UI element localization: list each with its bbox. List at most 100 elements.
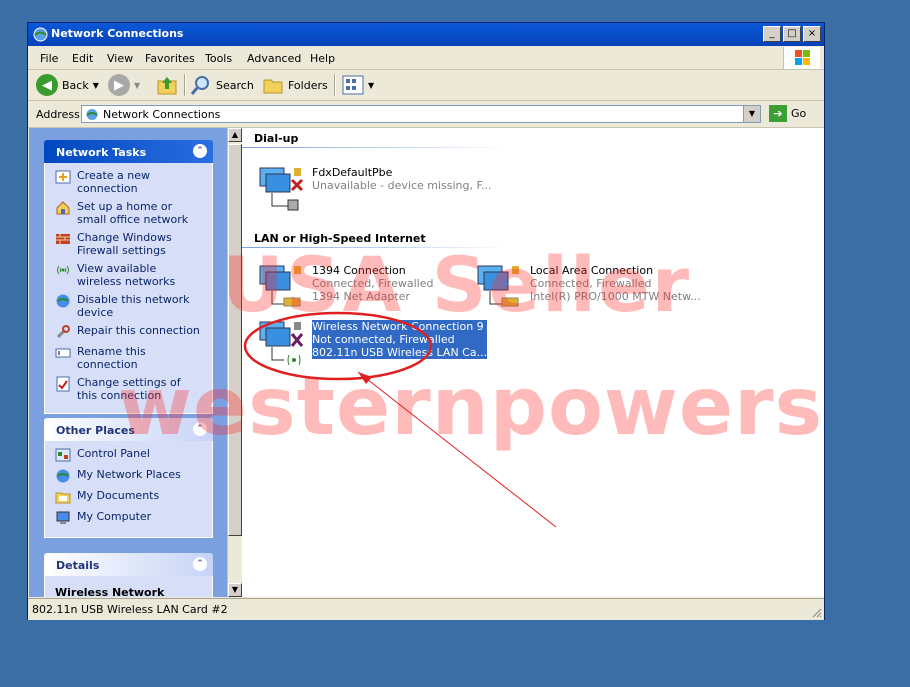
wireless-connection-icon xyxy=(256,320,308,368)
windows-flag-icon xyxy=(795,50,810,65)
address-value: Network Connections xyxy=(103,108,221,121)
menu-favorites[interactable]: Favorites xyxy=(145,52,195,65)
computer-icon xyxy=(56,511,70,524)
task-label: Disable this network device xyxy=(77,293,190,319)
forward-arrow-icon: ▶ xyxy=(108,74,130,96)
task-label: Create a new connection xyxy=(77,169,151,195)
scroll-thumb[interactable] xyxy=(228,144,242,536)
go-arrow-icon: ➔ xyxy=(769,105,787,122)
task-home-network[interactable]: Set up a home or small office network xyxy=(55,200,204,226)
home-network-icon xyxy=(56,201,70,215)
address-dropdown-button[interactable]: ▼ xyxy=(743,106,760,122)
rename-icon xyxy=(55,348,71,358)
go-label: Go xyxy=(791,107,807,120)
disable-icon xyxy=(56,294,70,308)
menu-edit[interactable]: Edit xyxy=(72,52,93,65)
task-label: Change Windows Firewall settings xyxy=(77,231,172,257)
connection-wireless-9[interactable]: Wireless Network Connection 9 Not connec… xyxy=(256,320,488,368)
task-firewall-settings[interactable]: Change Windows Firewall settings xyxy=(55,231,204,257)
back-label: Back xyxy=(62,78,89,92)
connection-name: Wireless Network Connection 9 xyxy=(312,320,488,333)
forward-button[interactable]: ▶ ▼ xyxy=(108,74,140,96)
details-header[interactable]: Details ⌃ xyxy=(44,553,213,576)
connection-text: Wireless Network Connection 9 Not connec… xyxy=(312,320,488,368)
task-create-connection[interactable]: Create a new connection xyxy=(55,169,204,195)
network-tasks-list: Create a new connection Set up a home or… xyxy=(44,163,213,414)
connections-pane: Dial-up FdxDefaultPbe Unavailable - devi… xyxy=(242,128,824,597)
place-my-documents[interactable]: My Documents xyxy=(55,489,204,505)
task-label: Set up a home or small office network xyxy=(77,200,189,226)
status-bar: 802.11n USB Wireless LAN Card #2 xyxy=(28,598,824,620)
other-places-header[interactable]: Other Places ⌃ xyxy=(44,418,213,441)
address-input[interactable]: Network Connections ▼ xyxy=(81,105,761,123)
details-panel: Details ⌃ Wireless Network xyxy=(44,553,213,597)
close-button[interactable]: × xyxy=(803,26,821,42)
connection-status: Connected, Firewalled xyxy=(312,277,434,290)
firewall-icon xyxy=(56,234,70,244)
network-tasks-title: Network Tasks xyxy=(56,146,147,159)
back-button[interactable]: ◀ Back ▼ xyxy=(36,74,99,96)
menu-view[interactable]: View xyxy=(107,52,133,65)
menu-tools[interactable]: Tools xyxy=(205,52,232,65)
views-button[interactable]: ▼ xyxy=(342,74,374,96)
minimize-button[interactable]: _ xyxy=(763,26,781,42)
group-divider xyxy=(242,247,512,248)
search-icon xyxy=(190,76,209,95)
connection-name: FdxDefaultPbe xyxy=(312,166,393,179)
connection-fdxdefaultpbe[interactable]: FdxDefaultPbe Unavailable - device missi… xyxy=(256,166,492,214)
group-dialup: Dial-up xyxy=(254,132,299,145)
network-tasks-panel: Network Tasks ⌃ Create a new connection … xyxy=(44,140,213,414)
collapse-chevron-icon[interactable]: ⌃ xyxy=(193,422,207,436)
collapse-chevron-icon[interactable]: ⌃ xyxy=(193,557,207,571)
maximize-button[interactable]: □ xyxy=(783,26,801,42)
menu-bar: File Edit View Favorites Tools Advanced … xyxy=(28,47,824,70)
go-button[interactable]: ➔ Go xyxy=(769,105,806,122)
address-bar: Address Network Connections ▼ ➔ Go xyxy=(28,101,824,128)
settings-icon xyxy=(56,376,70,392)
connection-local-area[interactable]: Local Area Connection Connected, Firewal… xyxy=(474,264,701,312)
new-connection-icon xyxy=(55,170,71,184)
network-tasks-header[interactable]: Network Tasks ⌃ xyxy=(44,140,213,163)
connection-status: Connected, Firewalled xyxy=(530,277,652,290)
lan-connection-icon xyxy=(256,264,308,312)
place-label: My Documents xyxy=(77,489,160,502)
control-panel-icon xyxy=(55,448,71,462)
connection-device: Intel(R) PRO/1000 MTW Netw... xyxy=(530,290,701,303)
views-icon xyxy=(342,75,364,95)
chevron-down-icon: ▼ xyxy=(368,80,375,90)
place-my-network-places[interactable]: My Network Places xyxy=(55,468,204,484)
task-rename-connection[interactable]: Rename this connection xyxy=(55,345,204,371)
status-text: 802.11n USB Wireless LAN Card #2 xyxy=(32,603,228,616)
scroll-down-button[interactable]: ▼ xyxy=(228,583,242,597)
wireless-icon xyxy=(57,265,69,275)
place-my-computer[interactable]: My Computer xyxy=(55,510,204,526)
task-pane: Network Tasks ⌃ Create a new connection … xyxy=(29,128,227,597)
scroll-up-button[interactable]: ▲ xyxy=(228,128,242,142)
place-label: My Computer xyxy=(77,510,152,523)
dialup-connection-icon xyxy=(256,166,308,214)
up-folder-button[interactable] xyxy=(156,74,178,96)
window-title: Network Connections xyxy=(51,27,184,40)
folders-button[interactable]: Folders xyxy=(262,74,328,96)
connection-device: 802.11n USB Wireless LAN Ca... xyxy=(312,346,488,359)
menu-file[interactable]: File xyxy=(40,52,58,65)
place-control-panel[interactable]: Control Panel xyxy=(55,447,204,463)
task-pane-scrollbar[interactable]: ▲ ▼ xyxy=(227,128,242,597)
menu-help[interactable]: Help xyxy=(310,52,335,65)
network-places-icon xyxy=(56,469,70,483)
task-label: Repair this connection xyxy=(77,324,200,337)
connection-text: 1394 Connection Connected, Firewalled 13… xyxy=(312,264,433,312)
resize-grip-icon[interactable] xyxy=(810,606,822,618)
collapse-chevron-icon[interactable]: ⌃ xyxy=(193,144,207,158)
details-title: Details xyxy=(56,559,100,572)
title-bar[interactable]: Network Connections _ □ × xyxy=(28,23,824,46)
task-disable-device[interactable]: Disable this network device xyxy=(55,293,204,319)
task-view-wireless[interactable]: View available wireless networks xyxy=(55,262,204,288)
task-change-settings[interactable]: Change settings of this connection xyxy=(55,376,204,402)
group-divider xyxy=(242,147,512,148)
network-connections-icon xyxy=(33,27,48,42)
search-button[interactable]: Search xyxy=(190,74,254,96)
menu-advanced[interactable]: Advanced xyxy=(247,52,301,65)
connection-1394[interactable]: 1394 Connection Connected, Firewalled 13… xyxy=(256,264,433,312)
task-repair-connection[interactable]: Repair this connection xyxy=(55,324,204,340)
